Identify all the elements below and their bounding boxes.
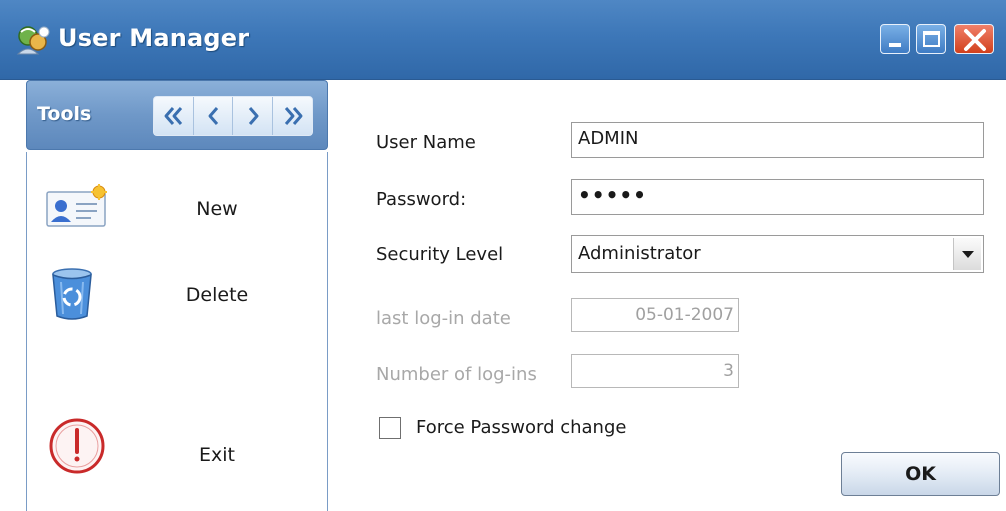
first-record-button[interactable] [154, 97, 194, 135]
last-login-label: last log-in date [376, 308, 511, 329]
tools-panel: New Delete Exit [26, 152, 328, 511]
next-record-button[interactable] [233, 97, 273, 135]
close-button[interactable] [954, 24, 994, 54]
first-icon [164, 107, 183, 125]
recycle-bin-icon [52, 268, 92, 320]
tools-title: Tools [37, 103, 92, 125]
tools-panel-header: Tools [26, 80, 328, 150]
last-icon [284, 107, 302, 125]
last-login-field: 05-01-2007 [571, 298, 739, 332]
next-icon [248, 107, 259, 125]
ok-button[interactable]: OK [841, 452, 1000, 496]
login-count-label: Number of log-ins [376, 364, 537, 385]
tool-item-label: Delete [185, 284, 249, 306]
minimize-icon [889, 43, 901, 47]
previous-icon [208, 107, 218, 125]
maximize-button[interactable] [916, 24, 946, 54]
tool-item-new[interactable]: New [27, 168, 327, 248]
tool-item-delete[interactable]: Delete [27, 260, 327, 340]
minimize-button[interactable] [880, 24, 910, 54]
tool-item-label: New [196, 198, 238, 220]
tool-item-exit[interactable]: Exit [27, 416, 327, 496]
security-level-select[interactable]: Administrator [571, 235, 984, 273]
password-label: Password: [376, 189, 467, 210]
security-level-label: Security Level [376, 244, 504, 265]
record-navigation [153, 96, 313, 136]
power-icon [49, 418, 105, 474]
client-area: Tools New Delete Exit User Name ADMIN Pa… [0, 80, 1006, 511]
dropdown-button[interactable] [953, 238, 981, 270]
window-title: User Manager [58, 24, 250, 52]
security-level-value: Administrator [578, 243, 701, 264]
user-name-field[interactable]: ADMIN [571, 122, 984, 158]
new-user-card-icon [46, 184, 107, 227]
maximize-icon [923, 31, 940, 47]
login-count-field: 3 [571, 354, 739, 388]
close-icon [964, 29, 986, 51]
previous-record-button[interactable] [193, 97, 233, 135]
force-password-change-checkbox[interactable] [379, 417, 401, 439]
user-name-label: User Name [376, 132, 476, 153]
chevron-down-icon [962, 251, 974, 258]
password-field[interactable]: ••••• [571, 179, 984, 215]
tool-item-label: Exit [199, 444, 235, 466]
force-password-change-label[interactable]: Force Password change [416, 417, 626, 438]
title-bar[interactable]: User Manager [0, 0, 1006, 80]
user-manager-icon [16, 26, 50, 55]
last-record-button[interactable] [272, 97, 312, 135]
